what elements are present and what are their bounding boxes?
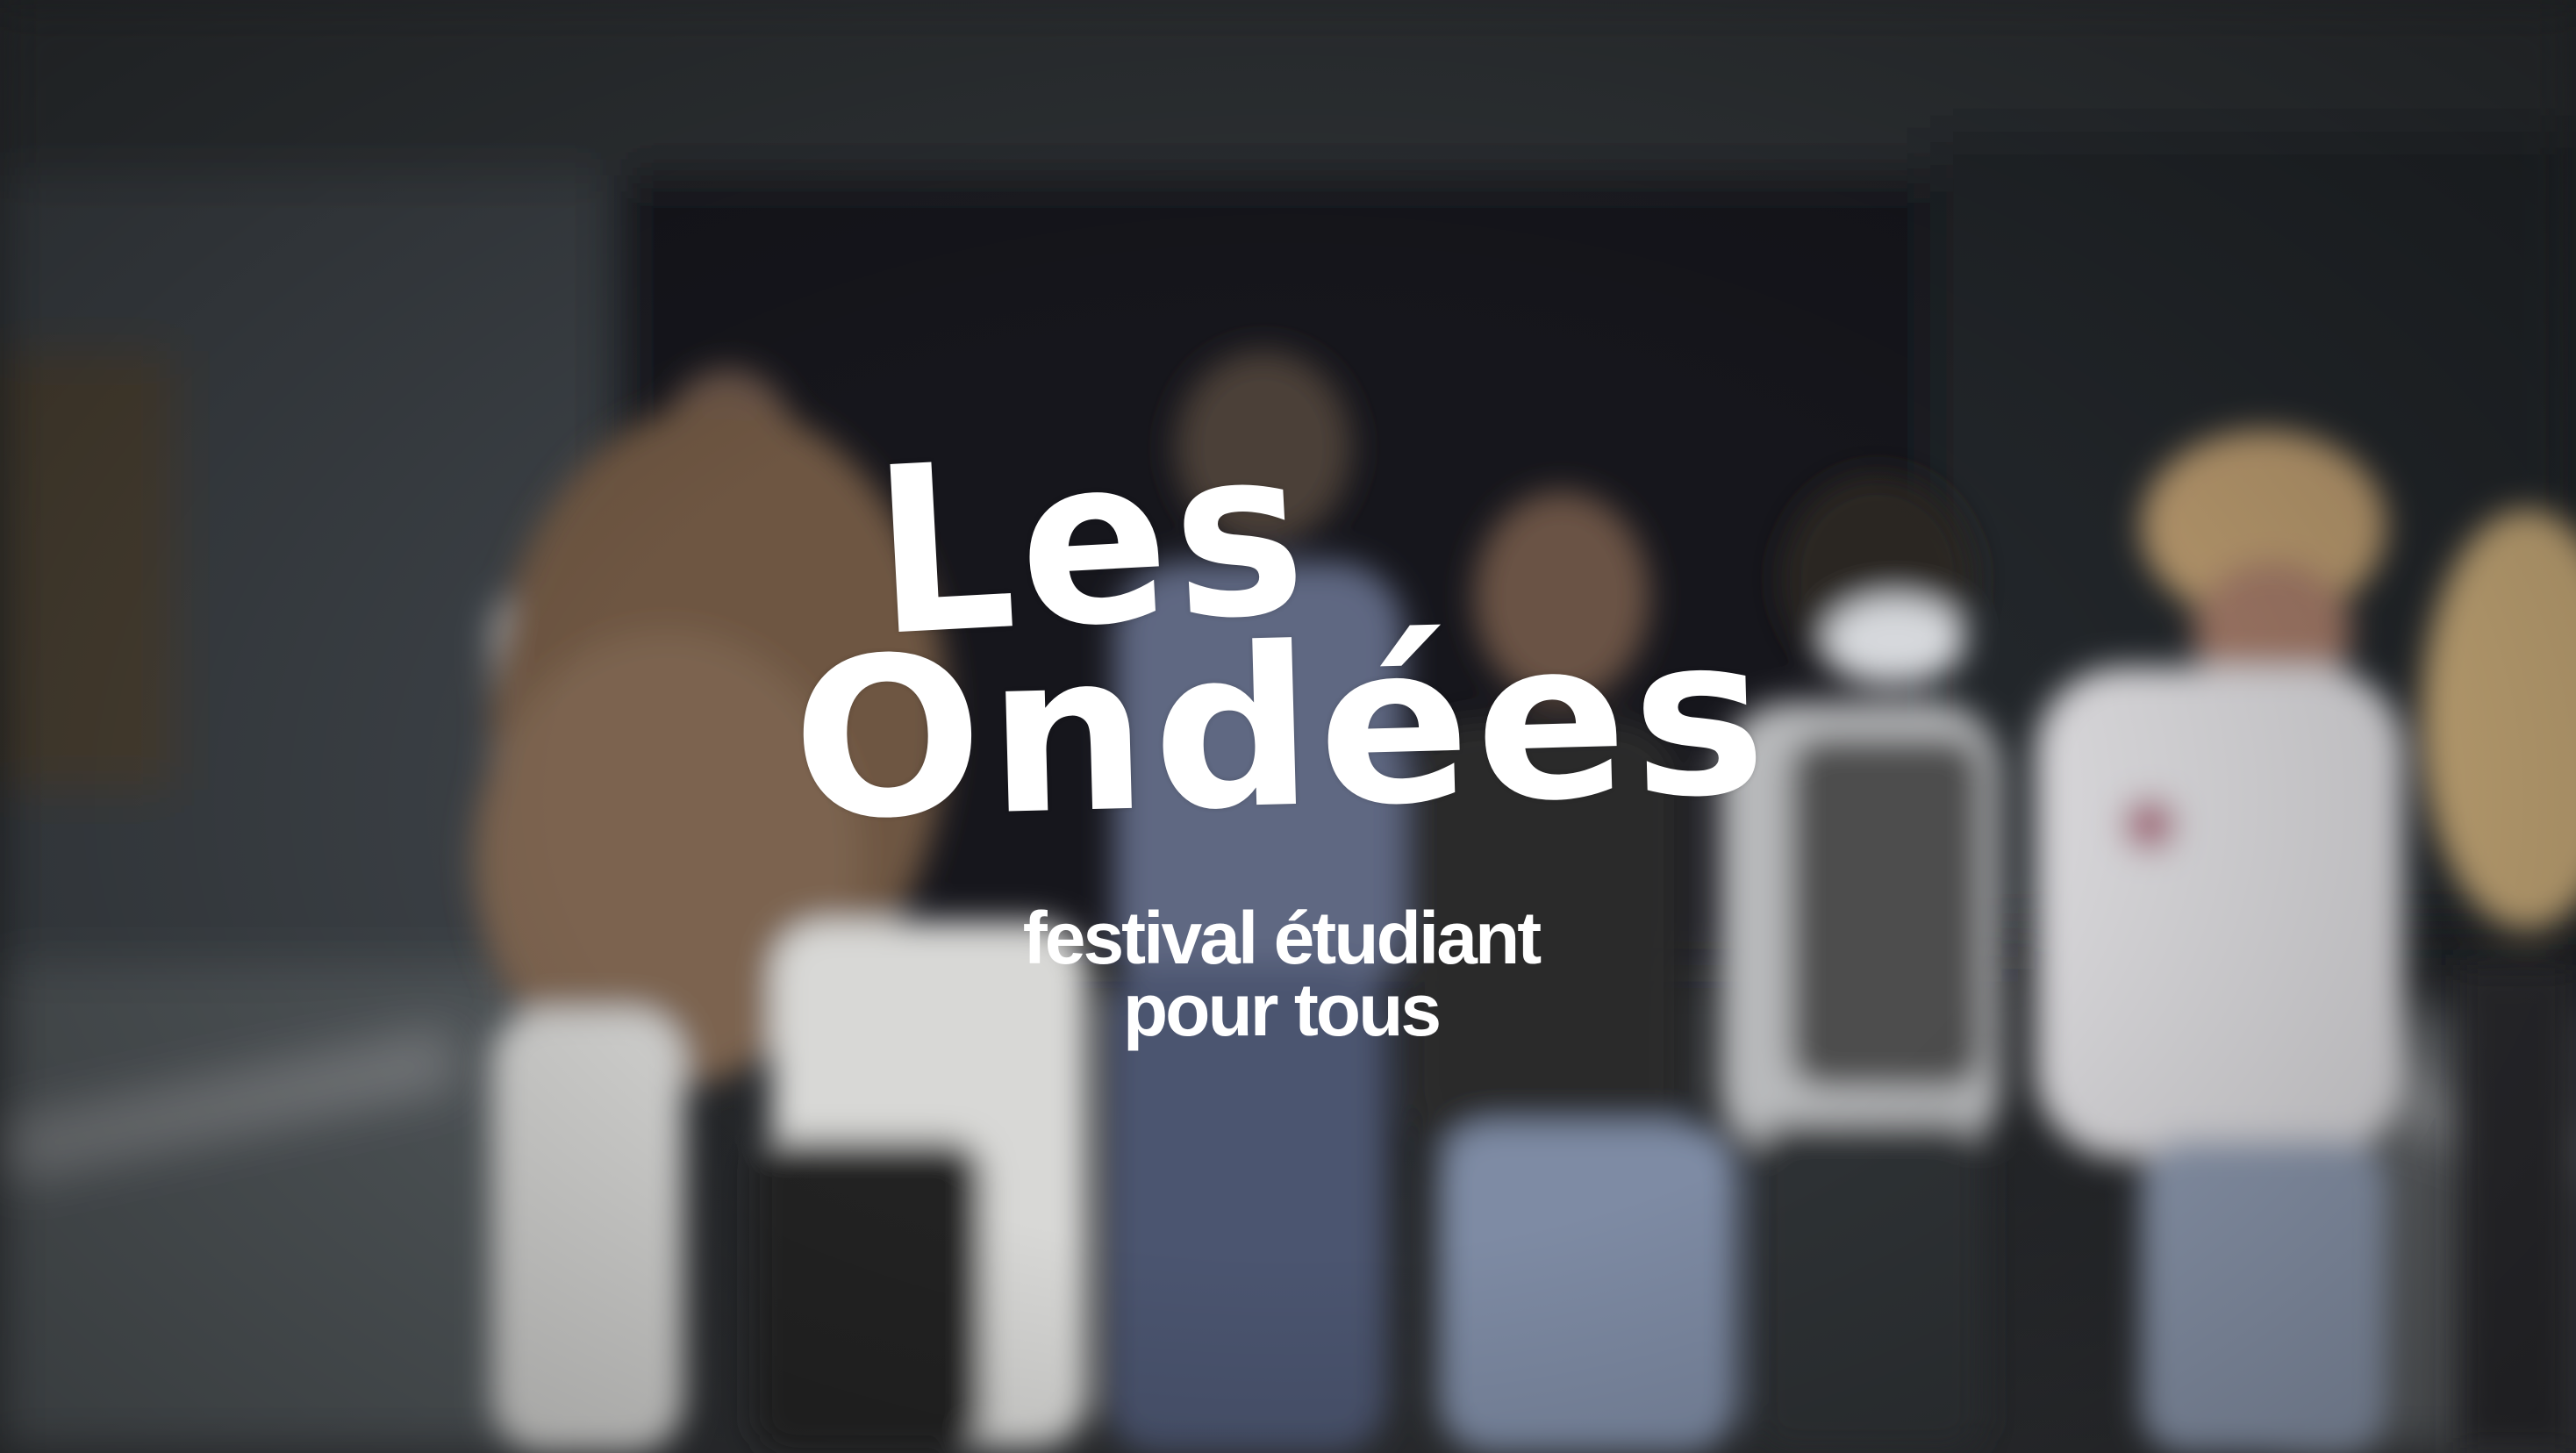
logo-word-ondees: Ondées (789, 587, 1774, 869)
tagline-line-1: festival étudiant (1022, 897, 1542, 979)
video-frame: Les Ondées festival étudiant pour tous (0, 0, 2576, 1453)
tagline: festival étudiant pour tous (965, 897, 1597, 1051)
tagline-line-2: pour tous (1122, 969, 1442, 1051)
